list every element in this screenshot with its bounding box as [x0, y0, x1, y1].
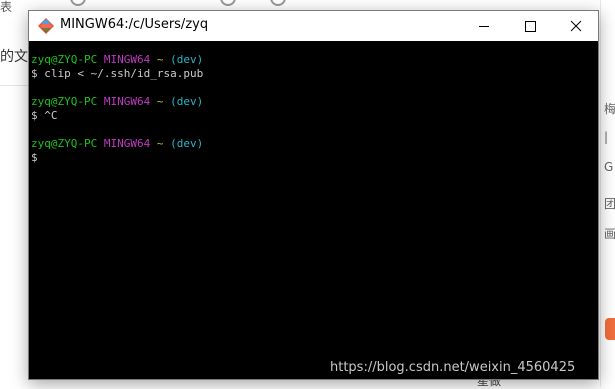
background-left-top-text: 表 — [0, 0, 13, 14]
background-circle-icon — [270, 0, 286, 6]
prompt-line: zyq@ZYQ-PC MINGW64 ~ (dev) — [31, 53, 598, 67]
prompt-system: MINGW64 — [103, 53, 151, 66]
background-divider — [0, 85, 28, 86]
prompt-user-host: zyq@ZYQ-PC — [31, 53, 98, 66]
background-toolbar-icons — [70, 0, 310, 6]
minimize-button[interactable] — [461, 11, 507, 41]
prompt-system: MINGW64 — [103, 137, 151, 150]
prompt-line: zyq@ZYQ-PC MINGW64 ~ (dev) — [31, 95, 598, 109]
background-feedback-tab[interactable] — [605, 318, 615, 340]
background-circle-icon — [70, 0, 86, 6]
prompt-path: ~ — [156, 53, 164, 66]
background-right-glyph: G — [604, 160, 614, 174]
prompt-path: ~ — [156, 95, 164, 108]
window-title: MINGW64:/c/Users/zyq — [60, 17, 209, 32]
background-right-glyph: | — [604, 130, 609, 144]
prompt-path: ~ — [156, 137, 164, 150]
prompt-branch: (dev) — [170, 137, 204, 150]
background-right-glyph: 画 — [604, 227, 615, 241]
background-right-glyph: 梅 — [604, 102, 615, 116]
terminal-window[interactable]: MINGW64:/c/Users/zyq zyq@ZYQ-PC MINGW64 … — [28, 10, 599, 380]
maximize-button[interactable] — [507, 11, 553, 41]
prompt-branch: (dev) — [170, 53, 204, 66]
git-bash-icon — [38, 18, 54, 34]
watermark-text: https://blog.csdn.net/weixin_4560425 — [330, 360, 576, 375]
command-line: $ ^C — [31, 109, 58, 122]
command-line: $ — [31, 151, 38, 164]
prompt-user-host: zyq@ZYQ-PC — [31, 137, 98, 150]
prompt-user-host: zyq@ZYQ-PC — [31, 95, 98, 108]
terminal-output[interactable]: zyq@ZYQ-PC MINGW64 ~ (dev) $ clip < ~/.s… — [29, 41, 598, 379]
command-line: $ clip < ~/.ssh/id_rsa.pub — [31, 67, 204, 80]
close-button[interactable] — [553, 11, 599, 41]
maximize-icon — [525, 21, 536, 32]
prompt-system: MINGW64 — [103, 95, 151, 108]
background-circle-icon — [220, 0, 236, 6]
title-bar[interactable]: MINGW64:/c/Users/zyq — [29, 11, 598, 41]
close-icon — [570, 20, 582, 32]
minimize-icon — [479, 26, 489, 27]
prompt-line: zyq@ZYQ-PC MINGW64 ~ (dev) — [31, 137, 598, 151]
background-right-glyph: 团 — [604, 197, 615, 211]
prompt-branch: (dev) — [170, 95, 204, 108]
